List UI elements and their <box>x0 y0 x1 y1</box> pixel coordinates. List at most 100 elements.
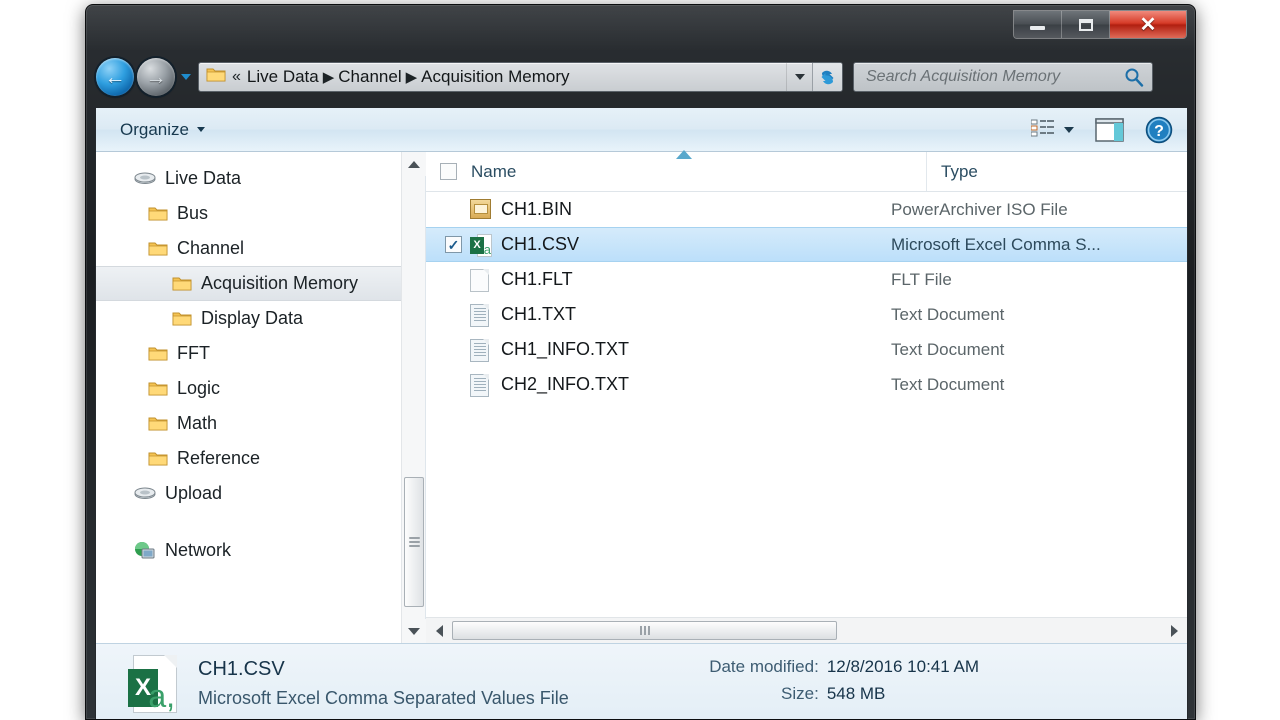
file-list: CH1.BIN PowerArchiver ISO File ✓ X a CH1… <box>426 192 1187 617</box>
forward-button[interactable]: → <box>137 58 175 96</box>
scroll-left-button[interactable] <box>426 618 452 643</box>
details-date-modified-value: 12/8/2016 10:41 AM <box>826 656 979 676</box>
sidebar-item-label: Bus <box>177 203 209 223</box>
sidebar-item-acquisition-memory[interactable]: Acquisition Memory <box>96 266 425 301</box>
close-button[interactable]: ✕ <box>1110 11 1186 38</box>
scroll-up-button[interactable] <box>402 152 426 176</box>
table-row[interactable]: CH1.FLT FLT File <box>426 262 1187 297</box>
sidebar-item-label: Reference <box>177 448 261 468</box>
scrollbar-thumb[interactable] <box>404 477 424 607</box>
folder-icon <box>172 312 192 326</box>
organize-button[interactable]: Organize <box>114 116 211 144</box>
grip-icon <box>639 626 650 635</box>
chevron-down-icon <box>794 74 805 80</box>
triangle-down-icon <box>408 627 420 635</box>
table-row[interactable]: CH1.TXT Text Document <box>426 297 1187 332</box>
select-all-checkbox[interactable] <box>440 163 457 180</box>
file-name: CH2_INFO.TXT <box>501 374 630 394</box>
breadcrumb-item-acquisition-memory[interactable]: Acquisition Memory <box>421 67 569 87</box>
details-size-row: Size: 548 MB <box>629 684 979 704</box>
sidebar-item-label: Display Data <box>201 308 304 328</box>
maximize-button[interactable] <box>1062 11 1110 38</box>
column-header-type-label: Type <box>941 161 978 181</box>
organize-label: Organize <box>120 119 189 139</box>
folder-icon <box>172 277 192 291</box>
search-placeholder: Search Acquisition Memory <box>866 68 1061 85</box>
sidebar-item-logic[interactable]: Logic <box>96 371 425 406</box>
file-type: PowerArchiver ISO File <box>891 199 1068 219</box>
sidebar-item-bus[interactable]: Bus <box>96 196 425 231</box>
file-name: CH1.FLT <box>501 269 573 289</box>
details-size-value: 548 MB <box>826 683 886 703</box>
text-file-icon <box>470 338 492 362</box>
back-button[interactable]: ← <box>96 58 134 96</box>
refresh-button[interactable] <box>812 63 842 91</box>
table-row[interactable]: CH1.BIN PowerArchiver ISO File <box>426 192 1187 227</box>
sidebar-item-label: Channel <box>177 238 245 258</box>
file-type: Text Document <box>891 374 1005 394</box>
breadcrumb-overflow-icon[interactable]: « <box>232 68 241 86</box>
details-metadata: Date modified: 12/8/2016 10:41 AM Size: … <box>629 657 979 711</box>
drive-icon <box>134 172 156 184</box>
details-text-group: CH1.CSV Microsoft Excel Comma Separated … <box>198 658 569 709</box>
sidebar-item-network[interactable]: Network <box>96 533 425 568</box>
address-bar[interactable]: « Live Data ▶ Channel ▶ Acquisition Memo… <box>198 62 843 92</box>
table-row[interactable]: CH1_INFO.TXT Text Document <box>426 332 1187 367</box>
sidebar-item-math[interactable]: Math <box>96 406 425 441</box>
scroll-down-button[interactable] <box>402 619 426 643</box>
chevron-down-icon <box>1064 126 1074 133</box>
change-view-button[interactable] <box>1028 116 1077 144</box>
search-input[interactable]: Search Acquisition Memory <box>853 62 1153 92</box>
details-size-label: Size: <box>781 683 819 703</box>
row-checkbox[interactable]: ✓ <box>445 236 462 253</box>
folder-icon <box>206 66 226 88</box>
details-pane: X a, CH1.CSV Microsoft Excel Comma Separ… <box>96 643 1187 719</box>
svg-text:?: ? <box>1154 123 1164 140</box>
sidebar-item-label: FFT <box>177 343 210 363</box>
command-bar: Organize ? <box>96 108 1187 152</box>
help-icon: ? <box>1145 116 1173 143</box>
navigation-pane: Live Data Bus Channel Acquisition Memory… <box>96 152 426 643</box>
preview-pane-icon <box>1095 117 1124 142</box>
file-name: CH1.BIN <box>501 199 573 219</box>
breadcrumb: « Live Data ▶ Channel ▶ Acquisition Memo… <box>232 67 786 87</box>
sort-ascending-icon <box>676 150 692 159</box>
breadcrumb-separator-icon[interactable]: ▶ <box>323 68 335 86</box>
sidebar-item-label: Live Data <box>165 168 242 188</box>
bin-file-icon <box>470 198 492 221</box>
history-dropdown-button[interactable] <box>179 74 193 80</box>
scrollbar-thumb[interactable] <box>452 621 837 640</box>
folder-icon <box>148 242 168 256</box>
triangle-right-icon <box>1170 624 1178 637</box>
table-row[interactable]: CH2_INFO.TXT Text Document <box>426 367 1187 402</box>
file-name: CH1.CSV <box>501 234 580 254</box>
scroll-right-button[interactable] <box>1161 618 1187 643</box>
column-header-name[interactable]: Name <box>471 152 926 191</box>
preview-pane-button[interactable] <box>1093 115 1127 145</box>
sidebar-item-live-data[interactable]: Live Data <box>96 161 425 196</box>
sidebar-item-channel[interactable]: Channel <box>96 231 425 266</box>
breadcrumb-item-channel[interactable]: Channel <box>338 67 401 87</box>
details-date-modified-label: Date modified: <box>709 656 819 676</box>
explorer-client-area: Organize ? Live Data Bus Channel Acquisi… <box>95 107 1188 719</box>
address-dropdown-button[interactable] <box>786 63 812 91</box>
sidebar-item-fft[interactable]: FFT <box>96 336 425 371</box>
file-list-pane: Name Type CH1.BIN PowerArchiver ISO File <box>426 150 1187 643</box>
folder-icon <box>148 207 168 221</box>
table-row[interactable]: ✓ X a CH1.CSV Microsoft Excel Comma S... <box>426 227 1187 262</box>
refresh-icon <box>821 70 834 84</box>
view-list-icon <box>1031 119 1054 136</box>
navigation-pane-scrollbar[interactable] <box>401 152 426 643</box>
breadcrumb-item-live-data[interactable]: Live Data <box>247 67 319 87</box>
sidebar-item-display-data[interactable]: Display Data <box>96 301 425 336</box>
explorer-window: ✕ ← → « Live Data ▶ Channel ▶ Acquisitio… <box>85 4 1196 720</box>
file-list-horizontal-scrollbar[interactable] <box>426 617 1187 643</box>
sidebar-item-reference[interactable]: Reference <box>96 441 425 476</box>
breadcrumb-separator-icon[interactable]: ▶ <box>406 68 418 86</box>
sidebar-item-label: Logic <box>177 378 221 398</box>
sidebar-item-upload[interactable]: Upload <box>96 476 425 511</box>
help-button[interactable]: ? <box>1143 114 1175 146</box>
minimize-button[interactable] <box>1014 11 1062 38</box>
sidebar-item-label: Network <box>165 540 232 560</box>
column-header-type[interactable]: Type <box>926 152 1187 191</box>
